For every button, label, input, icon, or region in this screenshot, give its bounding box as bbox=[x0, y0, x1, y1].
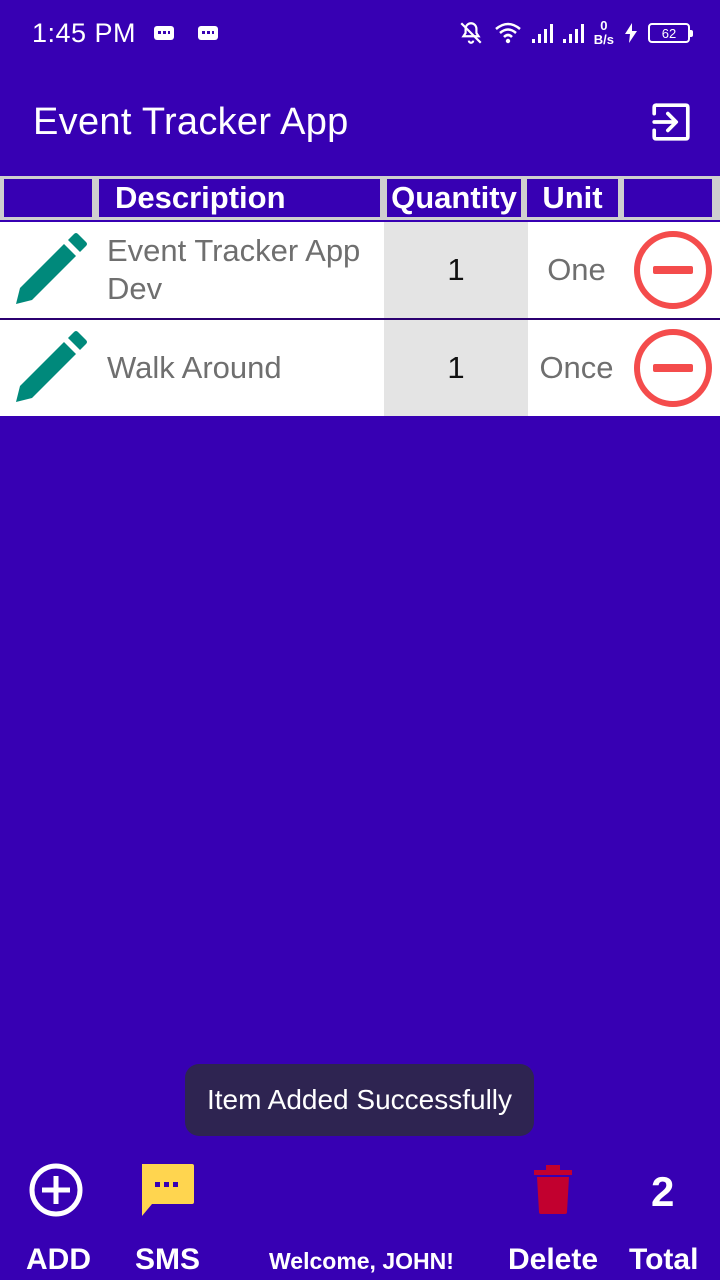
delete-all-button[interactable] bbox=[532, 1164, 574, 1214]
quantity-cell: 1 bbox=[384, 320, 528, 416]
sms-button[interactable] bbox=[138, 1162, 196, 1218]
net-speed: 0 B/s bbox=[594, 19, 614, 47]
description-cell: Walk Around bbox=[107, 350, 282, 385]
header-unit: Unit bbox=[527, 179, 618, 217]
status-icons: 0 B/s 62 bbox=[458, 19, 693, 47]
pencil-icon bbox=[16, 331, 87, 402]
unit-cell: Once bbox=[539, 350, 614, 385]
status-bar: 1:45 PM 0 B/s 62 bbox=[0, 0, 720, 66]
total-label: Total bbox=[629, 1243, 699, 1276]
header-remove bbox=[624, 179, 712, 217]
add-label[interactable]: ADD bbox=[26, 1243, 91, 1277]
remove-button[interactable] bbox=[625, 230, 720, 310]
net-speed-unit: B/s bbox=[593, 32, 614, 47]
quantity-cell: 1 bbox=[384, 222, 528, 318]
delete-label[interactable]: Delete bbox=[508, 1243, 598, 1277]
table-row: Walk Around 1 Once bbox=[0, 318, 720, 416]
battery-icon: 62 bbox=[648, 23, 693, 43]
add-circle-icon bbox=[29, 1163, 83, 1217]
table-header: Description Quantity Unit bbox=[0, 176, 720, 220]
edit-button[interactable] bbox=[0, 222, 100, 318]
minus-circle-icon bbox=[633, 329, 712, 407]
toast-message: Item Added Successfully bbox=[185, 1064, 534, 1136]
remove-button[interactable] bbox=[625, 328, 720, 408]
total-count: 2 bbox=[651, 1168, 675, 1215]
edit-button[interactable] bbox=[0, 320, 100, 416]
chat-notification-icon bbox=[198, 26, 219, 40]
add-button[interactable] bbox=[22, 1162, 90, 1218]
signal-icon bbox=[531, 23, 553, 43]
app-bar: Event Tracker App bbox=[0, 66, 720, 178]
unit-cell: One bbox=[547, 252, 606, 287]
pencil-icon bbox=[16, 233, 87, 304]
welcome-text: Welcome, JOHN! bbox=[269, 1248, 454, 1274]
charging-icon bbox=[625, 23, 637, 43]
bell-off-icon bbox=[460, 22, 482, 44]
sms-icon bbox=[142, 1164, 194, 1216]
header-quantity: Quantity bbox=[387, 179, 521, 217]
battery-level: 62 bbox=[661, 25, 677, 41]
description-cell: Event Tracker App Dev bbox=[107, 233, 361, 306]
status-time: 1:45 PM bbox=[32, 17, 137, 48]
sms-label[interactable]: SMS bbox=[135, 1243, 200, 1277]
net-speed-value: 0 bbox=[600, 18, 608, 33]
header-edit bbox=[4, 179, 92, 217]
header-description: Description bbox=[99, 179, 380, 217]
wifi-icon bbox=[494, 22, 521, 44]
table-row: Event Tracker App Dev 1 One bbox=[0, 222, 720, 318]
event-list: Event Tracker App Dev 1 One Walk Around … bbox=[0, 222, 720, 416]
chat-notification-icon bbox=[154, 26, 175, 40]
trash-icon bbox=[534, 1165, 572, 1214]
minus-circle-icon bbox=[633, 231, 712, 309]
page-title: Event Tracker App bbox=[33, 100, 349, 143]
signal-icon bbox=[562, 23, 584, 43]
logout-icon[interactable] bbox=[650, 101, 692, 143]
